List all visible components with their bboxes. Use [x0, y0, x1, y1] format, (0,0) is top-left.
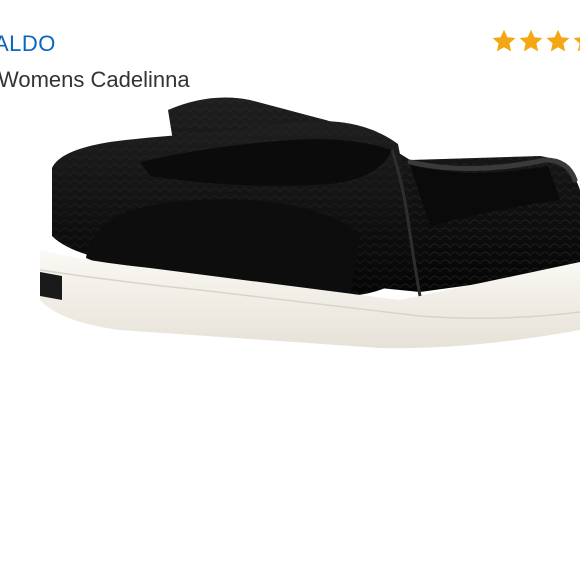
product-listing: ALDO Womens Cadelinna [0, 0, 580, 580]
star-icon [519, 29, 543, 52]
shoe-image [39, 97, 580, 349]
brand-link[interactable]: ALDO [0, 30, 56, 58]
star-icon [492, 29, 516, 52]
star-rating[interactable] [491, 28, 580, 58]
star-icon [546, 29, 570, 52]
product-image[interactable] [0, 90, 580, 390]
star-icon [573, 37, 580, 52]
